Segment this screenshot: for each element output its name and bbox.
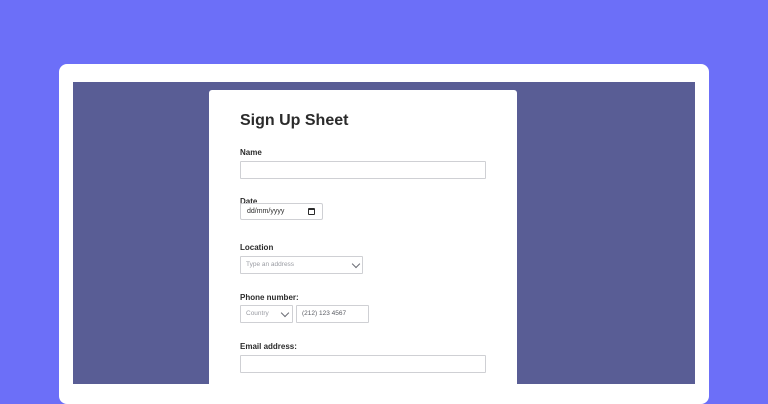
signup-form-card: Sign Up Sheet Name Date dd/mm/yyyy Locat… [209, 90, 517, 384]
chevron-down-icon [351, 259, 361, 269]
name-input[interactable] [240, 161, 486, 179]
chevron-down-icon [280, 308, 290, 318]
date-input[interactable]: dd/mm/yyyy [240, 203, 323, 220]
page-viewport: Sign Up Sheet Name Date dd/mm/yyyy Locat… [73, 82, 695, 384]
email-input[interactable] [240, 355, 486, 373]
phone-placeholder: (212) 123 4567 [302, 310, 347, 317]
name-label: Name [240, 148, 262, 157]
phone-label: Phone number: [240, 293, 299, 302]
phone-input[interactable]: (212) 123 4567 [296, 305, 369, 323]
country-placeholder: Country [246, 310, 269, 317]
calendar-icon[interactable] [308, 208, 315, 215]
location-label: Location [240, 243, 274, 252]
form-title: Sign Up Sheet [240, 112, 349, 129]
location-select[interactable]: Type an address [240, 256, 363, 274]
date-value: dd/mm/yyyy [247, 208, 285, 215]
email-label: Email address: [240, 342, 297, 351]
location-placeholder: Type an address [246, 261, 295, 268]
country-select[interactable]: Country [240, 305, 293, 323]
